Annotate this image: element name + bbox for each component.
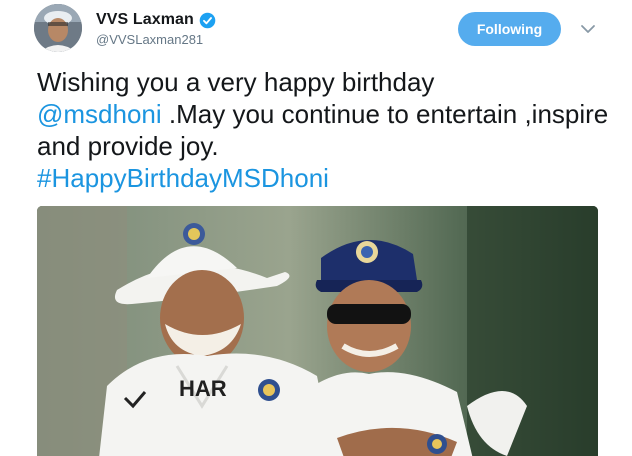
- shirt-text: HAR: [179, 376, 227, 401]
- tweet-text-part: Wishing you a very happy birthday: [37, 67, 435, 97]
- mention-link[interactable]: @msdhoni: [37, 99, 162, 129]
- user-names: VVS Laxman @VVSLaxman281: [96, 10, 216, 47]
- hashtag-link[interactable]: #HappyBirthdayMSDhoni: [37, 163, 329, 193]
- following-button[interactable]: Following: [458, 12, 561, 46]
- verified-badge-icon: [199, 12, 216, 28]
- photo-image: HAR: [37, 206, 598, 456]
- user-handle[interactable]: @VVSLaxman281: [96, 32, 216, 47]
- display-name[interactable]: VVS Laxman: [96, 11, 194, 29]
- tweet-header: VVS Laxman @VVSLaxman281 Following: [34, 4, 614, 56]
- chevron-down-icon[interactable]: [579, 20, 597, 38]
- tweet-card: VVS Laxman @VVSLaxman281 Following Wishi…: [0, 0, 632, 456]
- display-name-row: VVS Laxman: [96, 10, 216, 30]
- tweet-photo[interactable]: HAR: [37, 206, 598, 456]
- tweet-text: Wishing you a very happy birthday @msdho…: [37, 66, 612, 194]
- avatar-image: [34, 4, 82, 52]
- avatar[interactable]: [34, 4, 82, 52]
